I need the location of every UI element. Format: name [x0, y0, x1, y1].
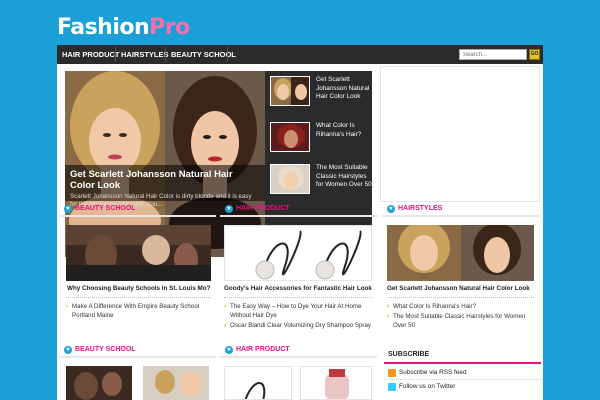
post-image[interactable] [66, 366, 132, 400]
search-button[interactable]: GO [529, 49, 540, 60]
list-item[interactable]: What Color Is Rihanna's Hair? [387, 302, 537, 311]
list-item[interactable]: The Most Suitable Classic Hairstyles for… [387, 312, 537, 330]
section-beauty-school-2: ★ BEAUTY SCHOOL [59, 344, 216, 400]
rss-icon [388, 369, 396, 377]
section-hair-product: ★ HAIR PRODUCT Goody's Hair Accessories … [220, 203, 377, 330]
section-header: ★ BEAUTY SCHOOL [59, 203, 216, 217]
section-title[interactable]: HAIRSTYLES [398, 205, 442, 212]
slider-thumb[interactable]: Get Scarlett Johansson Natural Hair Colo… [270, 76, 370, 113]
subscribe-header: SUBSCRIBE [384, 350, 541, 364]
thumb-image [270, 122, 310, 152]
post-image[interactable] [66, 225, 211, 281]
post-list: The Easy Way – How to Dye Your Hair At H… [224, 302, 374, 331]
search-input[interactable] [459, 49, 527, 60]
main-content: Get Scarlett Johansson Natural Hair Colo… [57, 64, 543, 400]
divider [224, 297, 372, 298]
post-list: Make A Difference With Empire Beauty Sch… [66, 302, 211, 321]
thumb-title[interactable]: Get Scarlett Johansson Natural Hair Colo… [316, 76, 372, 102]
star-icon: ★ [225, 205, 233, 213]
divider [66, 297, 211, 298]
twitter-link[interactable]: Follow us on Twitter [399, 383, 455, 390]
post-title[interactable]: Get Scarlett Johansson Natural Hair Colo… [387, 285, 530, 292]
subscribe-rss[interactable]: Subscribe via RSS feed [384, 368, 541, 380]
post-title[interactable]: Goody's Hair Accessories for Fantastic H… [224, 285, 372, 292]
subscribe-twitter[interactable]: Follow us on Twitter [384, 382, 541, 394]
list-item[interactable]: The Easy Way – How to Dye Your Hair At H… [224, 302, 374, 320]
logo-part-2: Pro [149, 15, 190, 40]
section-header: ★ HAIR PRODUCT [220, 344, 377, 358]
post-image[interactable] [387, 225, 534, 281]
divider [384, 379, 541, 380]
post-image[interactable] [300, 366, 372, 400]
section-title[interactable]: HAIR PRODUCT [236, 346, 290, 353]
divider [387, 297, 534, 298]
star-icon: ★ [64, 205, 72, 213]
star-icon: ★ [387, 205, 395, 213]
section-title[interactable]: BEAUTY SCHOOL [75, 205, 136, 212]
thumb-title[interactable]: The Most Suitable Classic Hairstyles for… [316, 164, 372, 190]
post-image[interactable] [224, 366, 292, 400]
section-hair-product-2: ★ HAIR PRODUCT [220, 344, 377, 400]
ad-placeholder [380, 66, 540, 202]
post-image[interactable] [224, 225, 372, 281]
thumb-title[interactable]: What Color Is Rihanna's Hair? [316, 122, 372, 139]
list-item[interactable]: Make A Difference With Empire Beauty Sch… [66, 302, 211, 320]
logo-part-1: Fashion [57, 15, 150, 40]
post-list: What Color Is Rihanna's Hair? The Most S… [387, 302, 537, 331]
slider-thumb[interactable]: The Most Suitable Classic Hairstyles for… [270, 164, 372, 201]
slide-title[interactable]: Get Scarlett Johansson Natural Hair Colo… [70, 169, 260, 191]
section-header: ★ HAIRSTYLES [382, 203, 539, 217]
thumb-image [270, 76, 310, 106]
list-item[interactable]: Oscar Blandi Clear Volumizing Dry Shampo… [224, 321, 374, 330]
rss-link[interactable]: Subscribe via RSS feed [399, 369, 467, 376]
section-header: ★ BEAUTY SCHOOL [59, 344, 216, 358]
section-header: ★ HAIR PRODUCT [220, 203, 377, 217]
slider-thumb[interactable]: What Color Is Rihanna's Hair? [270, 122, 370, 159]
star-icon: ★ [64, 346, 72, 354]
section-beauty-school: ★ BEAUTY SCHOOL Why Choosing Beauty Scho… [59, 203, 216, 319]
post-image[interactable] [143, 366, 209, 400]
subscribe-title: SUBSCRIBE [388, 351, 430, 358]
main-nav: HAIR PRODUCT HAIRSTYLES BEAUTY SCHOOL GO [57, 45, 543, 64]
nav-item-beauty-school[interactable]: BEAUTY SCHOOL [166, 45, 241, 64]
site-logo[interactable]: FashionPro [57, 15, 190, 40]
twitter-icon [388, 383, 396, 391]
post-title[interactable]: Why Choosing Beauty Schools In St. Louis… [67, 285, 210, 292]
thumb-image [270, 164, 310, 194]
section-title[interactable]: HAIR PRODUCT [236, 205, 290, 212]
nav-divider [227, 47, 228, 62]
slide-caption: Get Scarlett Johansson Natural Hair Colo… [65, 165, 265, 208]
star-icon: ★ [225, 346, 233, 354]
section-title[interactable]: BEAUTY SCHOOL [75, 346, 136, 353]
section-hairstyles: ★ HAIRSTYLES Get Scarlett Johansson Natu… [382, 203, 539, 329]
